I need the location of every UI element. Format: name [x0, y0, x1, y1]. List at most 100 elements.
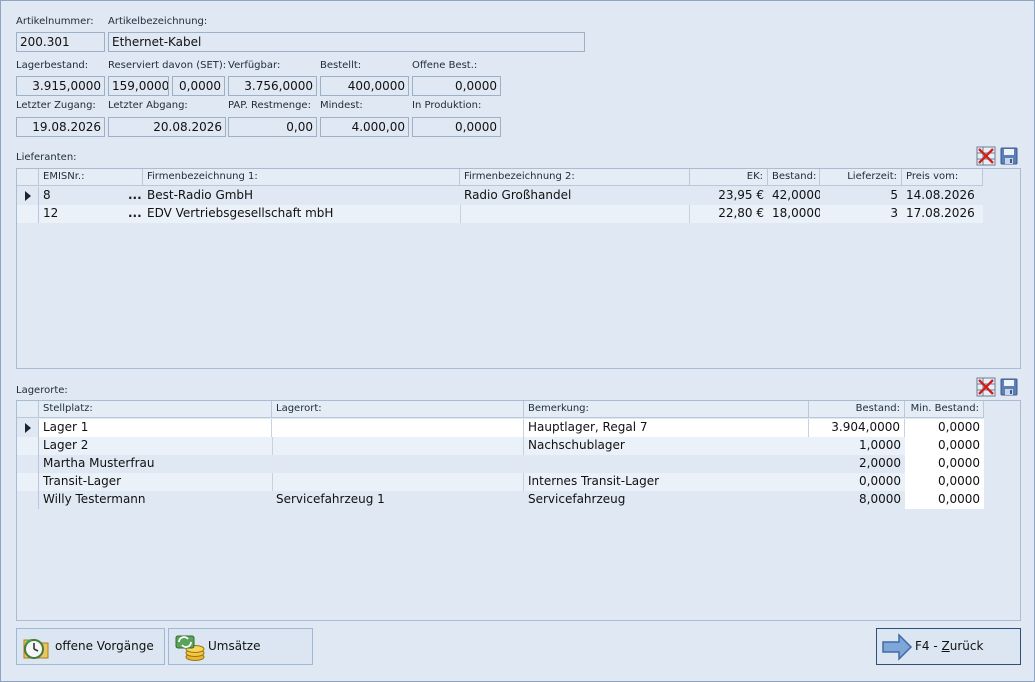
table-row[interactable]: Willy Testermann Servicefahrzeug 1 Servi…: [17, 491, 984, 509]
cell-stellplatz[interactable]: Willy Testermann: [39, 491, 272, 509]
zurueck-label-accel: Z: [941, 639, 950, 653]
zurueck-label-rest: urück: [949, 639, 984, 653]
cell-stellplatz[interactable]: Martha Musterfrau: [39, 455, 272, 473]
lookup-button[interactable]: ...: [128, 187, 142, 203]
reserviert-field[interactable]: 159,0000: [108, 76, 169, 96]
cell-preis-vom[interactable]: 17.08.2026: [902, 205, 983, 223]
pap-field[interactable]: 0,00: [228, 117, 317, 137]
row-selector[interactable]: [17, 187, 39, 205]
cell-bemerkung[interactable]: Servicefahrzeug: [524, 491, 809, 509]
cell-ek[interactable]: 23,95 €: [690, 187, 768, 205]
table-row[interactable]: Lager 2 Nachschublager 1,0000 0,0000: [17, 437, 984, 455]
cell-firma2[interactable]: [460, 205, 690, 223]
verfuegbar-label: Verfügbar:: [228, 60, 281, 71]
cell-lagerort[interactable]: [272, 473, 524, 491]
cell-stellplatz[interactable]: Lager 1: [39, 419, 272, 437]
cell-stellplatz[interactable]: Lager 2: [39, 437, 272, 455]
cell-bestand[interactable]: 2,0000: [809, 455, 905, 473]
col-stellplatz[interactable]: Stellplatz:: [39, 401, 272, 418]
row-selector[interactable]: [17, 437, 39, 455]
cell-firma1[interactable]: EDV Vertriebsgesellschaft mbH: [143, 205, 460, 223]
row-selector[interactable]: [17, 491, 39, 509]
table-row[interactable]: 8 ... Best-Radio GmbH Radio Großhandel 2…: [17, 187, 983, 205]
col-emisnr[interactable]: EMISNr.:: [39, 169, 143, 186]
zugang-field[interactable]: 19.08.2026: [16, 117, 105, 137]
delete-grid-icon[interactable]: [976, 377, 996, 397]
save-disk-icon[interactable]: [999, 377, 1019, 397]
offene-vorgaenge-button[interactable]: offene Vorgänge: [16, 628, 165, 665]
abgang-field[interactable]: 20.08.2026: [108, 117, 226, 137]
cell-lagerort[interactable]: Servicefahrzeug 1: [272, 491, 524, 509]
cell-min-bestand[interactable]: 0,0000: [905, 437, 984, 455]
col-bestand[interactable]: Bestand:: [809, 401, 905, 418]
artikelnummer-field[interactable]: 200.301: [16, 32, 105, 52]
lieferanten-grid: EMISNr.: Firmenbezeichnung 1: Firmenbeze…: [16, 168, 1021, 369]
mindest-field[interactable]: 4.000,00: [320, 117, 409, 137]
lookup-button[interactable]: ...: [128, 205, 142, 221]
produktion-field[interactable]: 0,0000: [412, 117, 501, 137]
bezeichnung-label: Artikelbezeichnung:: [108, 16, 208, 27]
cell-bestand[interactable]: 8,0000: [809, 491, 905, 509]
artikelnummer-label: Artikelnummer:: [16, 16, 94, 27]
col-bemerkung[interactable]: Bemerkung:: [524, 401, 809, 418]
cell-preis-vom[interactable]: 14.08.2026: [902, 187, 983, 205]
offene-label: Offene Best.:: [412, 60, 478, 71]
col-lieferzeit[interactable]: Lieferzeit:: [820, 169, 902, 186]
cell-bemerkung[interactable]: Hauptlager, Regal 7: [524, 419, 809, 437]
cell-lagerort[interactable]: [272, 437, 524, 455]
bezeichnung-field[interactable]: Ethernet-Kabel: [108, 32, 585, 52]
umsaetze-button[interactable]: Umsätze: [168, 628, 313, 665]
delete-grid-icon[interactable]: [976, 146, 996, 166]
table-row[interactable]: Lager 1 Hauptlager, Regal 7 3.904,0000 0…: [17, 419, 984, 437]
col-preis-vom[interactable]: Preis vom:: [902, 169, 983, 186]
cell-lieferzeit[interactable]: 3: [820, 205, 902, 223]
table-row[interactable]: Transit-Lager Internes Transit-Lager 0,0…: [17, 473, 984, 491]
lieferanten-title: Lieferanten:: [16, 152, 77, 163]
cell-lagerort[interactable]: [272, 419, 524, 437]
cell-bemerkung[interactable]: [524, 455, 809, 473]
zurueck-label: F4 - Zurück: [915, 629, 983, 663]
offene-field[interactable]: 0,0000: [412, 76, 501, 96]
save-disk-icon[interactable]: [999, 146, 1019, 166]
cell-min-bestand[interactable]: 0,0000: [905, 473, 984, 491]
reserviert-set-field[interactable]: 0,0000: [172, 76, 225, 96]
verfuegbar-field[interactable]: 3.756,0000: [228, 76, 317, 96]
cell-bemerkung[interactable]: Internes Transit-Lager: [524, 473, 809, 491]
col-min-bestand[interactable]: Min. Bestand:: [905, 401, 984, 418]
cell-min-bestand[interactable]: 0,0000: [905, 455, 984, 473]
cell-bestand[interactable]: 42,0000: [768, 187, 820, 205]
cell-bestand[interactable]: 0,0000: [809, 473, 905, 491]
row-selector[interactable]: [17, 473, 39, 491]
bestellt-label: Bestellt:: [320, 60, 362, 71]
row-selector[interactable]: [17, 205, 39, 223]
cell-ek[interactable]: 22,80 €: [690, 205, 768, 223]
cell-emisnr[interactable]: 8: [39, 187, 125, 205]
col-firma2[interactable]: Firmenbezeichnung 2:: [460, 169, 690, 186]
cell-bestand[interactable]: 18,0000: [768, 205, 820, 223]
cell-min-bestand[interactable]: 0,0000: [905, 419, 984, 437]
cell-firma2[interactable]: Radio Großhandel: [460, 187, 690, 205]
row-selector[interactable]: [17, 455, 39, 473]
col-firma1[interactable]: Firmenbezeichnung 1:: [143, 169, 460, 186]
reserviert-label: Reserviert davon (SET):: [108, 60, 227, 71]
cell-lagerort[interactable]: [272, 455, 524, 473]
cell-stellplatz[interactable]: Transit-Lager: [39, 473, 272, 491]
cell-min-bestand[interactable]: 0,0000: [905, 491, 984, 509]
cell-firma1[interactable]: Best-Radio GmbH: [143, 187, 460, 205]
table-row[interactable]: Martha Musterfrau 2,0000 0,0000: [17, 455, 984, 473]
table-row[interactable]: 12 ... EDV Vertriebsgesellschaft mbH 22,…: [17, 205, 983, 223]
coins-refresh-icon: [173, 632, 205, 675]
lagerbestand-field[interactable]: 3.915,0000: [16, 76, 105, 96]
cell-emisnr[interactable]: 12: [39, 205, 125, 223]
col-bestand[interactable]: Bestand:: [768, 169, 820, 186]
pap-label: PAP. Restmenge:: [228, 100, 311, 111]
row-selector[interactable]: [17, 419, 39, 437]
cell-lieferzeit[interactable]: 5: [820, 187, 902, 205]
zurueck-button[interactable]: F4 - Zurück: [876, 628, 1021, 665]
cell-bestand[interactable]: 1,0000: [809, 437, 905, 455]
cell-bestand[interactable]: 3.904,0000: [809, 419, 905, 437]
col-lagerort[interactable]: Lagerort:: [272, 401, 524, 418]
col-ek[interactable]: EK:: [690, 169, 768, 186]
cell-bemerkung[interactable]: Nachschublager: [524, 437, 809, 455]
bestellt-field[interactable]: 400,0000: [320, 76, 409, 96]
